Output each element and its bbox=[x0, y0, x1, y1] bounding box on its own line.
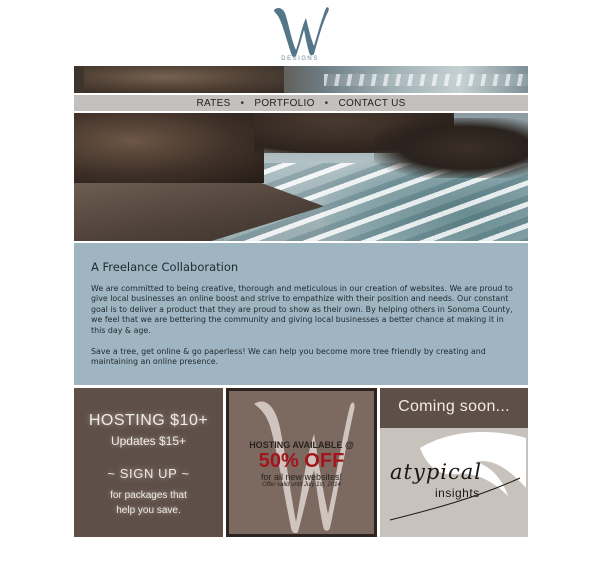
about-paragraph-2: Save a tree, get online & go paperless! … bbox=[91, 347, 486, 367]
sign-up-link[interactable]: ~ SIGN UP ~ bbox=[74, 466, 223, 481]
hosting-promo-tile[interactable]: HOSTING $10+ Updates $15+ ~ SIGN UP ~ fo… bbox=[74, 388, 223, 537]
logo-subtitle: DESIGNS bbox=[281, 56, 319, 62]
nav-item-portfolio[interactable]: PORTFOLIO bbox=[254, 98, 314, 109]
new-websites-label: for all new websites! bbox=[260, 472, 343, 482]
about-paragraph-1: We are committed to being creative, thor… bbox=[91, 284, 513, 335]
hosting-price: HOSTING $10+ bbox=[88, 412, 209, 429]
about-panel: A Freelance Collaboration We are committ… bbox=[74, 243, 528, 385]
offer-validity: Offer valid until July 1st, 2014 bbox=[262, 482, 341, 488]
header-photo-strip bbox=[74, 66, 528, 93]
main-nav: RATES • PORTFOLIO • CONTACT US bbox=[74, 95, 528, 111]
hero-coastline-image bbox=[74, 113, 528, 241]
brand-word-insights: insights bbox=[435, 486, 480, 500]
nav-separator: • bbox=[324, 97, 329, 109]
logo[interactable]: DESIGNS bbox=[268, 2, 332, 64]
packages-text: for packages that help you save. bbox=[110, 490, 187, 516]
coming-soon-heading: Coming soon... bbox=[398, 398, 510, 415]
nav-separator: • bbox=[240, 97, 245, 109]
discount-promo-tile[interactable]: HOSTING AVAILABLE @ 50% OFF for all new … bbox=[226, 388, 377, 537]
updates-price: Updates $15+ bbox=[110, 434, 187, 448]
brand-word-atypical: atypical bbox=[390, 460, 482, 484]
discount-text-block: HOSTING AVAILABLE @ 50% OFF for all new … bbox=[226, 440, 377, 488]
hosting-available-label: HOSTING AVAILABLE @ bbox=[249, 440, 354, 450]
about-heading: A Freelance Collaboration bbox=[91, 260, 239, 274]
nav-item-rates[interactable]: RATES bbox=[196, 98, 230, 109]
coming-soon-tile[interactable]: Coming soon... atypical insights bbox=[380, 388, 528, 537]
discount-percent: 50% OFF bbox=[258, 450, 345, 472]
nav-item-contact-us[interactable]: CONTACT US bbox=[338, 98, 405, 109]
w-logo-icon bbox=[274, 7, 329, 58]
